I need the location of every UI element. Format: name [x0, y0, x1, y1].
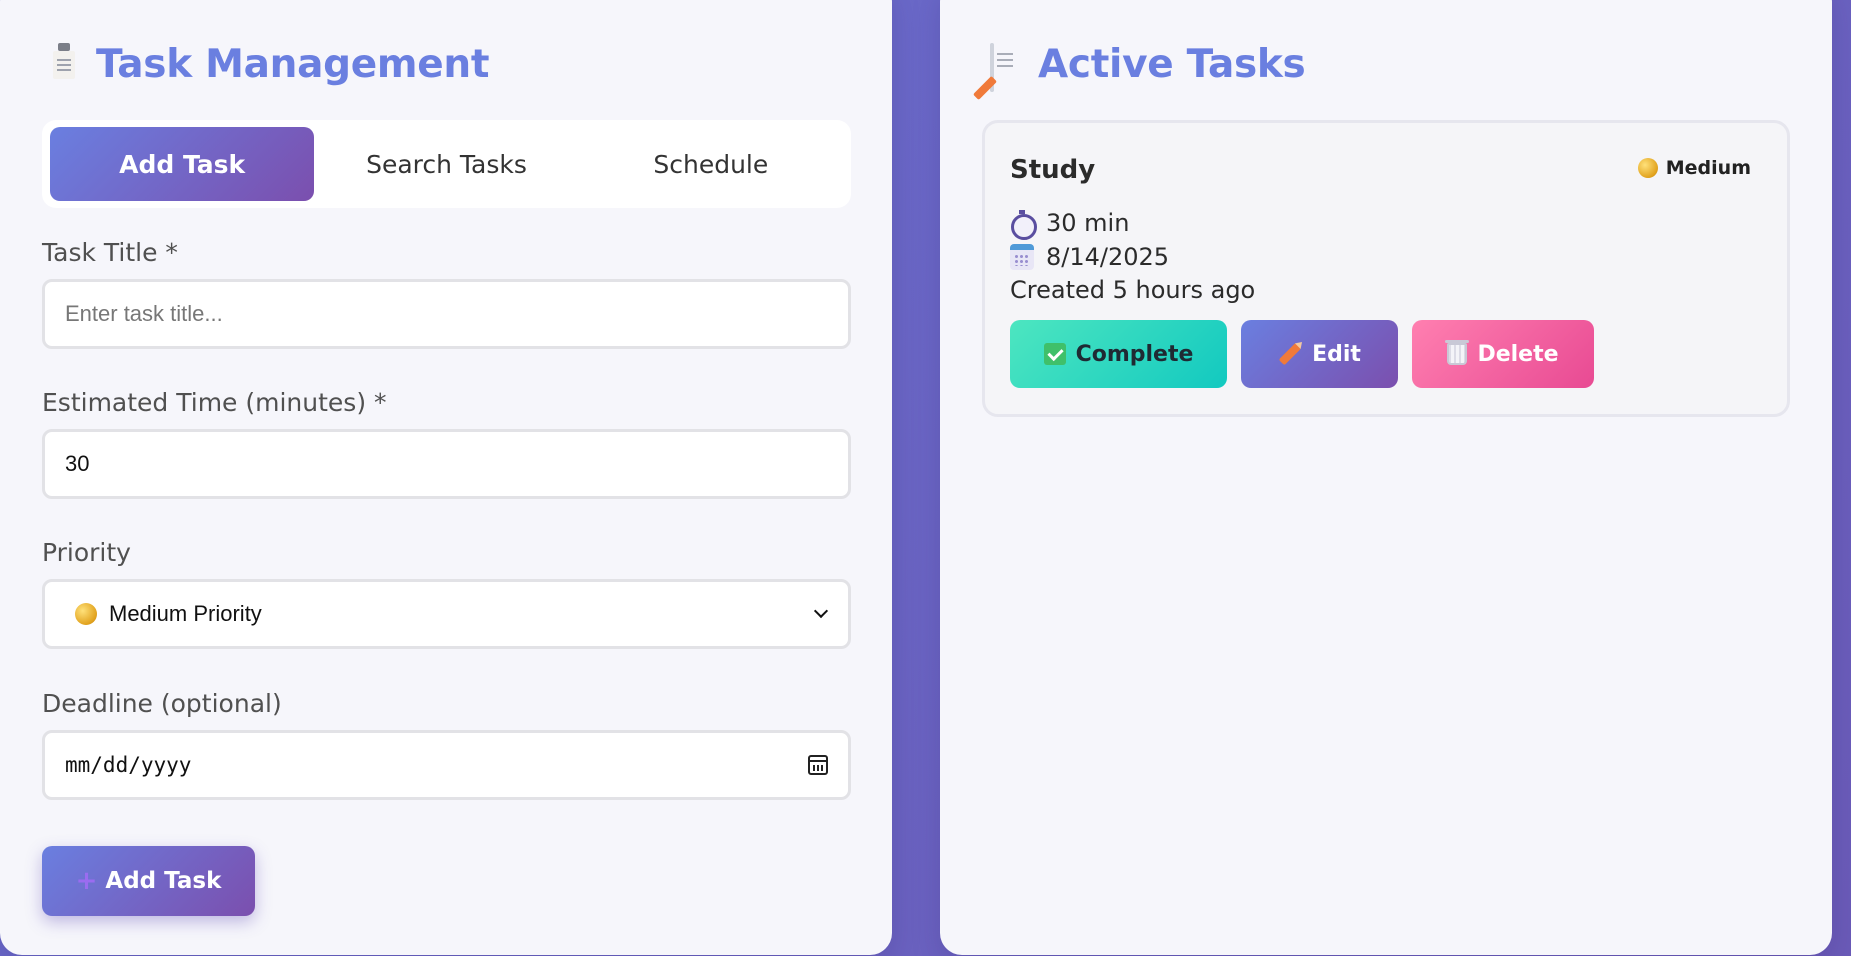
tab-search-tasks[interactable]: Search Tasks — [314, 127, 578, 201]
yellow-circle-icon — [1637, 158, 1658, 178]
delete-button[interactable]: Delete — [1412, 320, 1594, 388]
priority-badge: Medium — [1637, 157, 1751, 179]
task-duration: 30 min — [1010, 209, 1130, 240]
edit-button-label: Edit — [1312, 341, 1361, 367]
task-title-field[interactable] — [42, 279, 851, 349]
calendar-icon — [1010, 244, 1034, 270]
add-task-button[interactable]: + Add Task — [42, 846, 255, 916]
plus-icon: + — [75, 866, 98, 896]
task-title: Study — [1010, 155, 1096, 185]
priority-badge-label: Medium — [1665, 157, 1751, 179]
add-task-button-label: Add Task — [105, 868, 222, 894]
tab-schedule[interactable]: Schedule — [579, 127, 843, 201]
priority-select[interactable]: Medium Priority — [42, 579, 851, 649]
deadline-placeholder: mm/dd/yyyy — [65, 753, 192, 777]
active-tasks-panel: Active Tasks Study Medium 30 min 8/14/20… — [940, 0, 1832, 955]
task-title-input[interactable] — [65, 301, 828, 327]
task-management-panel: Task Management Add Task Search Tasks Sc… — [0, 0, 892, 955]
estimated-time-input[interactable] — [65, 451, 828, 477]
task-deadline: 8/14/2025 — [1010, 243, 1169, 271]
estimated-time-field[interactable] — [42, 429, 851, 499]
yellow-circle-icon — [75, 603, 97, 625]
task-duration-value: 30 min — [1046, 209, 1130, 237]
trash-icon — [1445, 340, 1470, 365]
deadline-date-input[interactable]: mm/dd/yyyy — [42, 730, 851, 800]
deadline-label: Deadline (optional) — [42, 689, 282, 718]
panel-title-text: Active Tasks — [1038, 42, 1306, 87]
calendar-picker-icon[interactable] — [808, 755, 828, 775]
priority-select-value: Medium Priority — [109, 601, 262, 626]
priority-label: Priority — [42, 538, 131, 567]
pencil-icon — [1278, 342, 1302, 366]
task-deadline-value: 8/14/2025 — [1046, 243, 1170, 271]
complete-button[interactable]: Complete — [1010, 320, 1227, 388]
check-mark-icon — [1043, 343, 1066, 365]
task-card: Study Medium 30 min 8/14/2025 Created 5 … — [982, 120, 1790, 417]
clipboard-icon — [48, 45, 82, 85]
panel-title-text: Task Management — [96, 42, 490, 87]
task-title-label: Task Title * — [42, 238, 178, 267]
chevron-down-icon — [813, 603, 829, 619]
tab-bar: Add Task Search Tasks Schedule — [42, 120, 851, 208]
panel-title: Task Management — [48, 42, 490, 87]
stopwatch-icon — [1010, 210, 1037, 240]
tab-add-task[interactable]: Add Task — [50, 127, 315, 201]
edit-button[interactable]: Edit — [1241, 320, 1398, 388]
panel-title: Active Tasks — [972, 42, 1306, 100]
memo-icon — [972, 42, 1024, 100]
delete-button-label: Delete — [1477, 341, 1559, 367]
complete-button-label: Complete — [1075, 341, 1194, 367]
task-created-time: Created 5 hours ago — [1010, 276, 1256, 304]
estimated-time-label: Estimated Time (minutes) * — [42, 388, 387, 417]
